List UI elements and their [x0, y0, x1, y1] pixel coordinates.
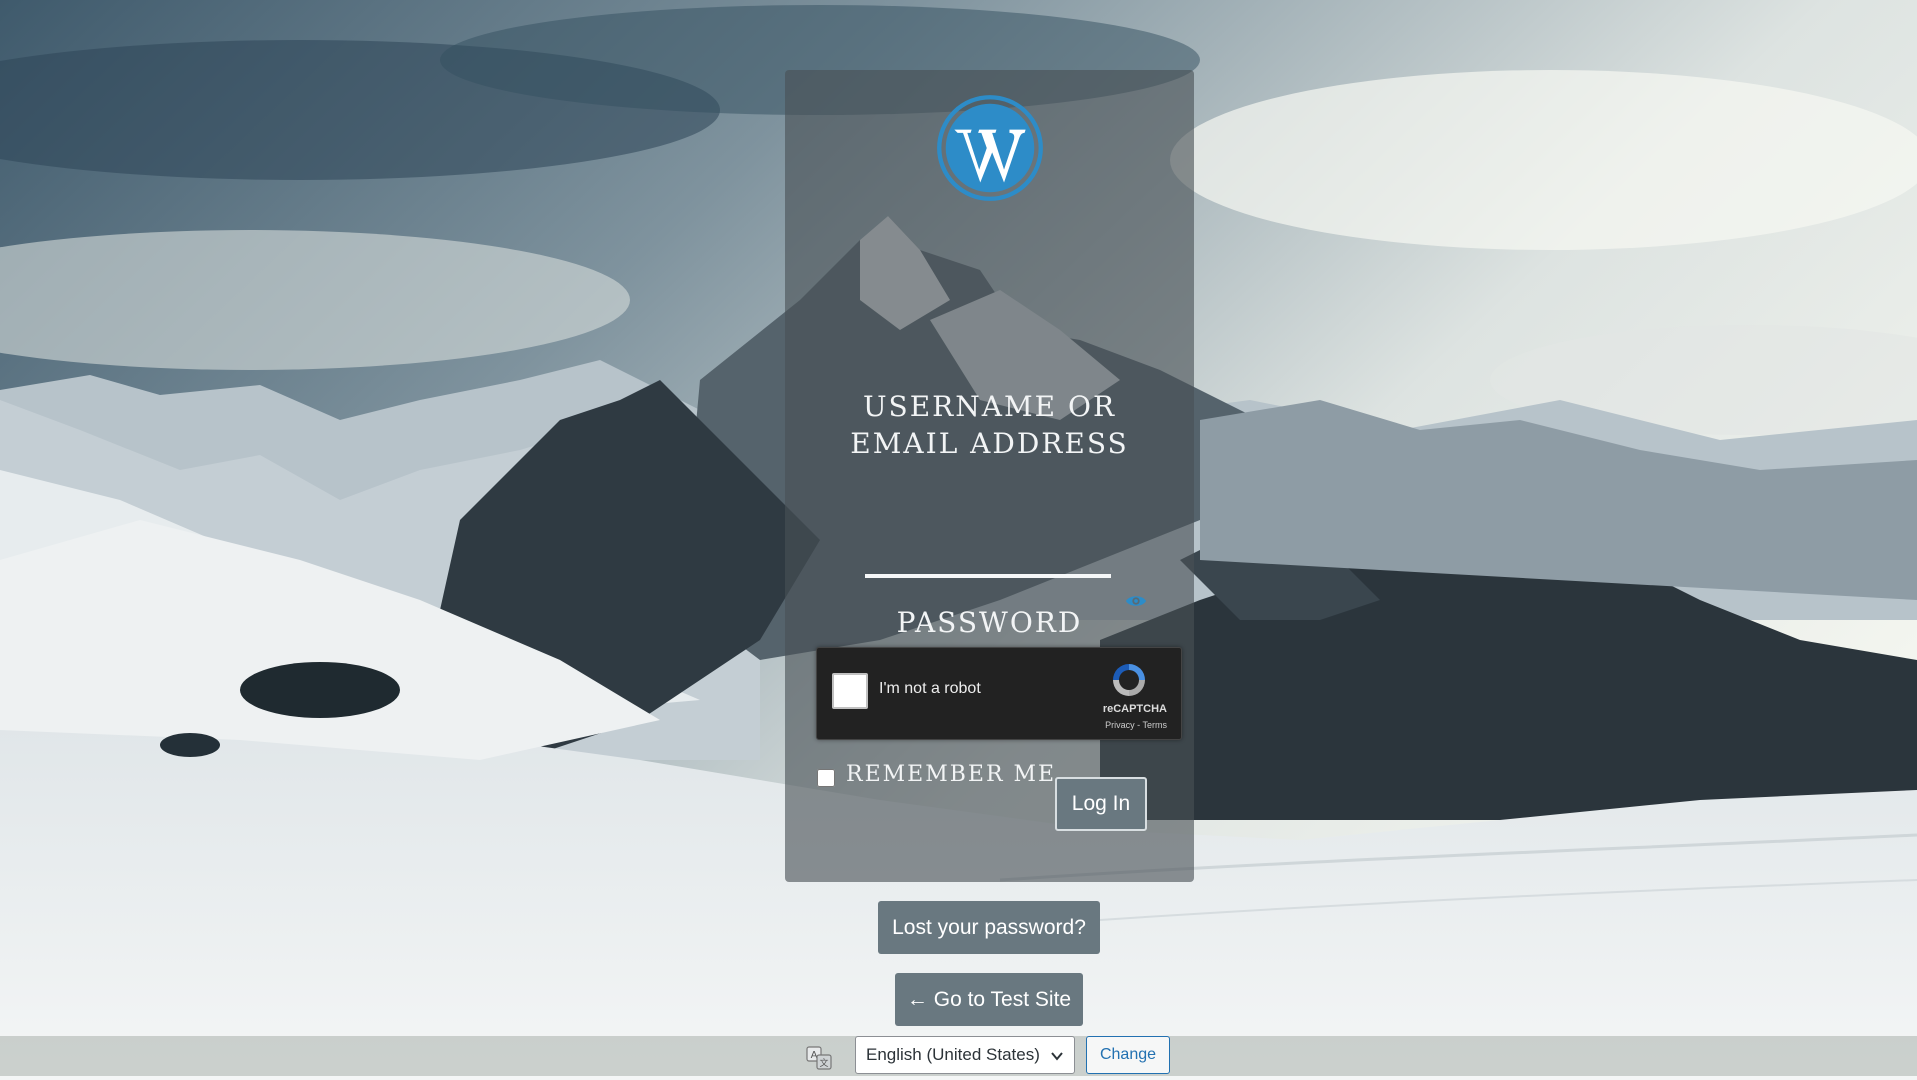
username-input[interactable] [865, 540, 1111, 578]
show-password-icon[interactable] [1125, 590, 1147, 612]
svg-text:文: 文 [819, 1057, 828, 1069]
login-panel: USERNAME OR EMAIL ADDRESS PASSWORD I'm n… [785, 70, 1194, 882]
wordpress-logo-icon[interactable] [936, 94, 1044, 202]
chevron-down-icon [1050, 1049, 1064, 1063]
username-label: USERNAME OR EMAIL ADDRESS [805, 388, 1174, 462]
remember-me-label: REMEMBER ME [846, 762, 1056, 787]
remember-me-checkbox[interactable] [817, 769, 835, 787]
recaptcha-label: I'm not a robot [879, 680, 981, 698]
translation-icon: A 文 [806, 1046, 832, 1070]
lost-password-link[interactable]: Lost your password? [878, 901, 1100, 954]
language-switcher: A 文 English (United States) Change [0, 1036, 1917, 1076]
language-selected-value: English (United States) [866, 1045, 1040, 1065]
go-to-site-link[interactable]: ← Go to Test Site [895, 973, 1083, 1026]
recaptcha-brand: reCAPTCHA [1103, 703, 1167, 715]
recaptcha-checkbox[interactable] [832, 673, 868, 709]
log-in-button[interactable]: Log In [1055, 777, 1147, 831]
recaptcha-privacy-terms[interactable]: Privacy - Terms [1105, 720, 1167, 730]
language-select[interactable]: English (United States) [855, 1036, 1075, 1074]
password-label: PASSWORD [805, 604, 1174, 641]
recaptcha-widget: I'm not a robot reCAPTCHA Privacy - Term… [816, 647, 1182, 740]
change-language-button[interactable]: Change [1086, 1036, 1170, 1074]
recaptcha-logo-icon [1109, 660, 1149, 700]
